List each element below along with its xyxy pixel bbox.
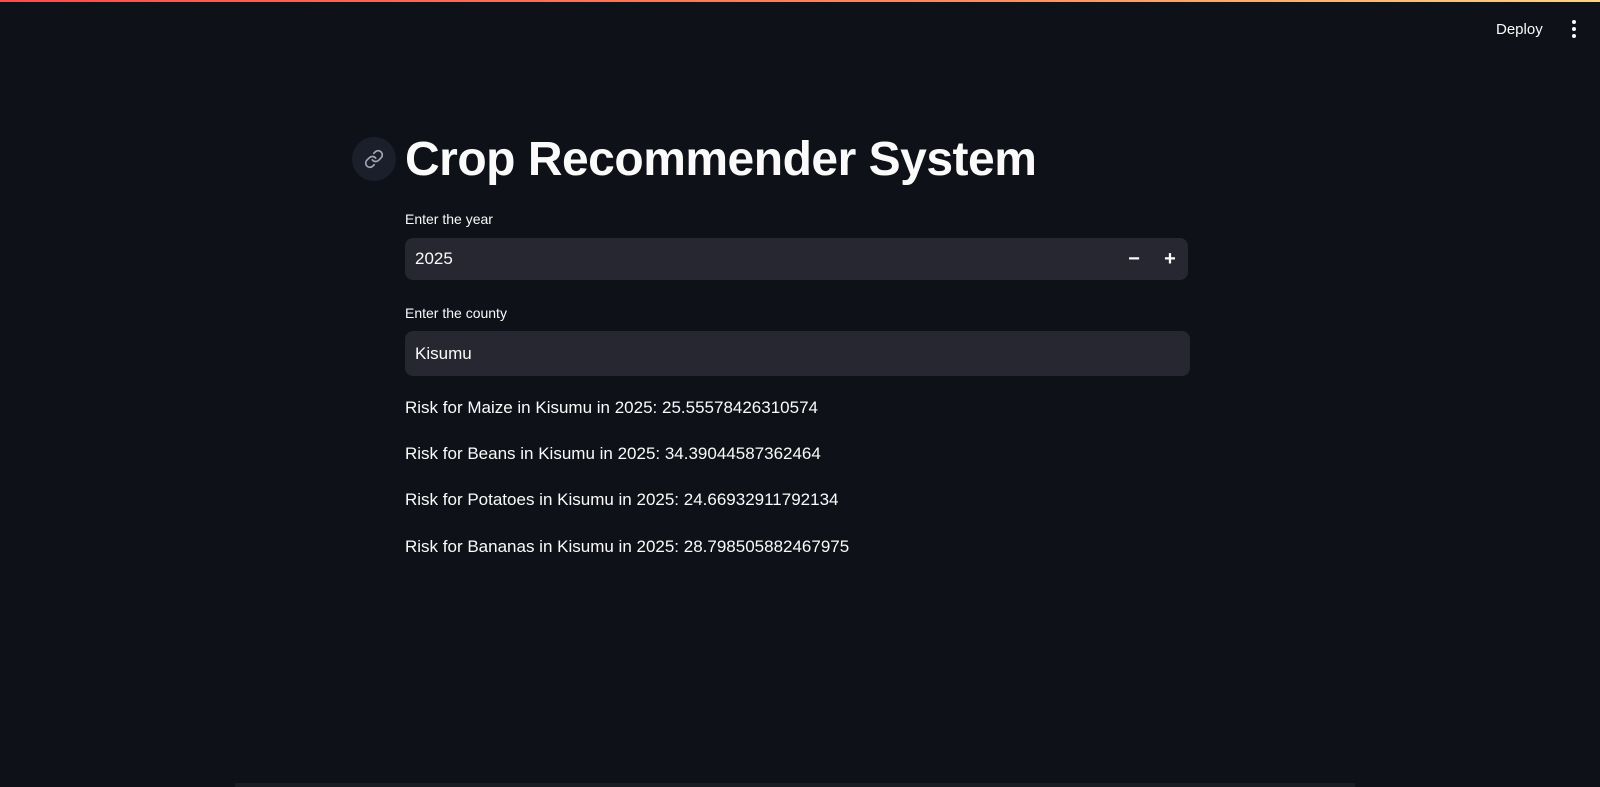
year-input-label: Enter the year [405, 211, 493, 227]
county-input-label: Enter the county [405, 305, 507, 321]
year-number-input: − + [405, 237, 1188, 281]
vertical-ellipsis-icon [1572, 20, 1576, 24]
vertical-ellipsis-icon-dot [1572, 34, 1576, 38]
app-root: Deploy Crop Recommender System Enter the… [0, 0, 1600, 787]
result-maize: Risk for Maize in Kisumu in 2025: 25.555… [405, 398, 818, 417]
bottom-edge-bar [235, 783, 1355, 787]
year-increment-button[interactable]: + [1152, 238, 1188, 280]
page-title: Crop Recommender System [405, 133, 1037, 186]
vertical-ellipsis-icon-dot [1572, 27, 1576, 31]
year-decrement-button[interactable]: − [1116, 238, 1152, 280]
app-header: Deploy [0, 2, 1600, 54]
deploy-button[interactable]: Deploy [1486, 14, 1553, 44]
result-potatoes: Risk for Potatoes in Kisumu in 2025: 24.… [405, 490, 839, 509]
title-anchor-link[interactable] [352, 137, 396, 181]
result-beans: Risk for Beans in Kisumu in 2025: 34.390… [405, 444, 821, 463]
county-text-input [405, 330, 1190, 377]
year-input-field[interactable] [405, 237, 1116, 281]
county-input-field[interactable] [405, 330, 1190, 377]
link-icon [364, 149, 384, 169]
result-bananas: Risk for Bananas in Kisumu in 2025: 28.7… [405, 537, 850, 556]
main-menu-button[interactable] [1562, 16, 1586, 42]
